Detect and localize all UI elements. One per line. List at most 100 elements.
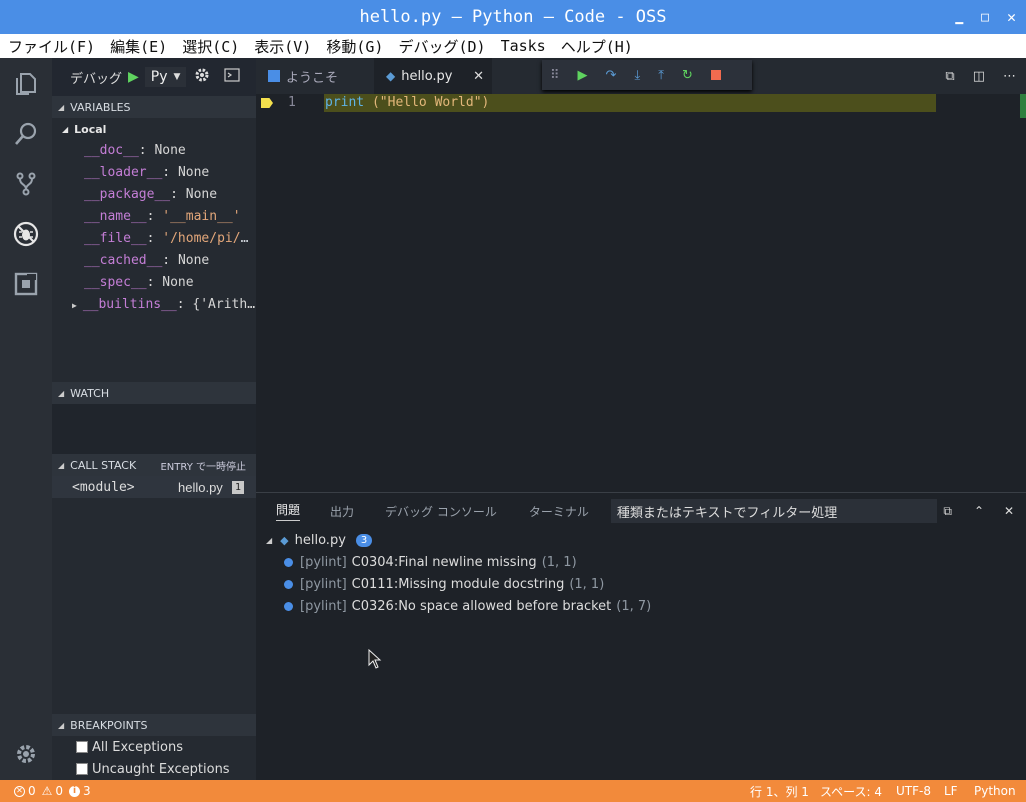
debug-console-icon[interactable]: [224, 68, 241, 86]
status-bar: ✕ 0 ⚠ 0 i 3 行 1、列 1 スペース: 4 UTF-8 LF Pyt…: [0, 780, 1026, 802]
problem-position: (1, 1): [569, 576, 605, 592]
problem-file-row[interactable]: ◢ ◆ hello.py 3: [256, 529, 1026, 551]
explorer-icon[interactable]: [0, 60, 52, 108]
checkbox[interactable]: [76, 741, 88, 753]
scrollbar-marker[interactable]: [1020, 94, 1026, 118]
menu-go[interactable]: 移動(G): [318, 36, 390, 57]
settings-gear-icon[interactable]: [0, 730, 52, 778]
checkbox[interactable]: [76, 763, 88, 775]
collapse-all-icon[interactable]: ⧉: [943, 504, 952, 519]
tab-problems[interactable]: 問題: [276, 501, 301, 521]
tab-debug-console[interactable]: デバッグ コンソール: [385, 503, 497, 520]
stop-icon[interactable]: [710, 70, 721, 80]
callstack-title: CALL STACK: [70, 458, 137, 472]
python-file-icon: ◆: [280, 533, 289, 547]
debug-icon[interactable]: [0, 210, 52, 258]
split-editor-icon[interactable]: ◫: [973, 69, 985, 84]
tab-output[interactable]: 出力: [330, 503, 354, 520]
start-debug-icon[interactable]: ▶: [128, 69, 139, 85]
callstack-frame[interactable]: <module> hello.py 1: [52, 476, 256, 498]
tab-hello-py[interactable]: ◆ hello.py ✕: [374, 58, 492, 94]
variable-row[interactable]: __cached__: None: [52, 250, 256, 272]
menu-edit[interactable]: 編集(E): [102, 36, 174, 57]
error-count: 0: [28, 784, 36, 798]
filter-input[interactable]: 種類またはテキストでフィルター処理: [610, 499, 937, 523]
cursor-position[interactable]: 行 1、列 1: [750, 783, 809, 800]
tab-label: hello.py: [401, 68, 453, 84]
info-icon: i: [69, 785, 81, 797]
variable-name: __doc__: [84, 143, 139, 158]
collapse-icon: ◢: [58, 460, 65, 470]
gear-icon[interactable]: [194, 67, 210, 87]
variable-row[interactable]: __doc__: None: [52, 140, 256, 162]
search-icon[interactable]: [0, 110, 52, 158]
step-out-icon[interactable]: ⤒: [658, 68, 664, 83]
menu-debug[interactable]: デバッグ(D): [390, 36, 492, 57]
info-icon: [284, 601, 293, 611]
tab-label: ようこそ: [286, 70, 339, 86]
source-control-icon[interactable]: [0, 160, 52, 208]
close-window-icon[interactable]: ✕: [1007, 8, 1016, 26]
end-of-line[interactable]: LF: [944, 784, 958, 798]
watch-section-header[interactable]: ◢ WATCH: [52, 382, 256, 404]
variable-value: '/home/pi/P…: [162, 231, 256, 246]
variable-row[interactable]: __package__: None: [52, 184, 256, 206]
variable-row[interactable]: ▶ __builtins__: {'Arith…: [52, 294, 256, 316]
menu-view[interactable]: 表示(V): [246, 36, 318, 57]
menu-tasks[interactable]: Tasks: [493, 37, 553, 55]
language-mode[interactable]: Python: [974, 784, 1016, 798]
breakpoint-item[interactable]: All Exceptions: [52, 736, 256, 758]
variables-section-header[interactable]: ◢ VARIABLES: [52, 96, 256, 118]
close-tab-icon[interactable]: ✕: [473, 69, 484, 84]
variable-row[interactable]: __loader__: None: [52, 162, 256, 184]
warning-icon: ⚠: [41, 784, 53, 798]
continue-icon[interactable]: ▶: [578, 68, 588, 83]
maximize-icon[interactable]: □: [981, 10, 989, 25]
callstack-section-header[interactable]: ◢ CALL STACK ENTRY で一時停止: [52, 454, 256, 476]
problem-item[interactable]: [pylint] C0326:No space allowed before b…: [256, 595, 1026, 617]
more-actions-icon[interactable]: ⋯: [1003, 69, 1016, 84]
code-function: print: [325, 95, 365, 110]
menu-help[interactable]: ヘルプ(H): [553, 36, 640, 57]
close-panel-icon[interactable]: ✕: [1004, 504, 1014, 518]
tab-welcome[interactable]: ようこそ: [256, 58, 374, 94]
local-scope-label: Local: [74, 122, 107, 136]
variable-value: None: [162, 275, 194, 290]
variable-row[interactable]: __name__: '__main__': [52, 206, 256, 228]
debug-pointer-icon: [261, 98, 273, 108]
variable-name: __spec__: [84, 275, 147, 290]
debug-config-select[interactable]: Py ▼: [144, 67, 187, 87]
variable-row[interactable]: __file__: '/home/pi/P…: [52, 228, 256, 250]
problems-list: [pylint] C0304:Final newline missing (1,…: [256, 551, 1026, 617]
menu-selection[interactable]: 選択(C): [174, 36, 246, 57]
variable-row[interactable]: __spec__: None: [52, 272, 256, 294]
expand-icon: ◢: [62, 124, 69, 134]
breakpoint-item[interactable]: Uncaught Exceptions: [52, 758, 256, 780]
encoding[interactable]: UTF-8: [896, 784, 931, 798]
variable-value: '__main__': [162, 209, 241, 224]
minimize-icon[interactable]: ▁: [955, 10, 963, 25]
collapse-icon: ◢: [58, 102, 65, 112]
step-over-icon[interactable]: ↷: [606, 68, 617, 83]
problem-source: [pylint]: [300, 598, 347, 614]
step-into-icon[interactable]: ⤓: [634, 68, 640, 83]
variable-value: None: [185, 187, 218, 202]
frame-name: <module>: [72, 479, 135, 495]
tab-terminal[interactable]: ターミナル: [529, 503, 589, 520]
local-scope[interactable]: ◢ Local: [52, 118, 256, 140]
maximize-panel-icon[interactable]: ⌃: [974, 504, 984, 518]
variable-value: None: [177, 165, 210, 180]
drag-handle-icon[interactable]: ⠿: [550, 68, 560, 83]
problem-item[interactable]: [pylint] C0304:Final newline missing (1,…: [256, 551, 1026, 573]
indentation[interactable]: スペース: 4: [820, 783, 882, 800]
restart-icon[interactable]: ↻: [682, 68, 693, 83]
problems-summary[interactable]: ✕ 0 ⚠ 0 i 3: [14, 784, 91, 798]
extensions-icon[interactable]: [0, 260, 52, 308]
breakpoints-section-header[interactable]: ◢ BREAKPOINTS: [52, 714, 256, 736]
breakpoints-list: All Exceptions Uncaught Exceptions: [52, 736, 256, 780]
problem-item[interactable]: [pylint] C0111:Missing module docstring …: [256, 573, 1026, 595]
expand-arrow-icon[interactable]: ▶: [72, 301, 77, 310]
open-changes-icon[interactable]: ⧉: [945, 69, 954, 84]
code-line[interactable]: 1 print ("Hello World"): [256, 94, 1026, 112]
menu-file[interactable]: ファイル(F): [0, 36, 102, 57]
